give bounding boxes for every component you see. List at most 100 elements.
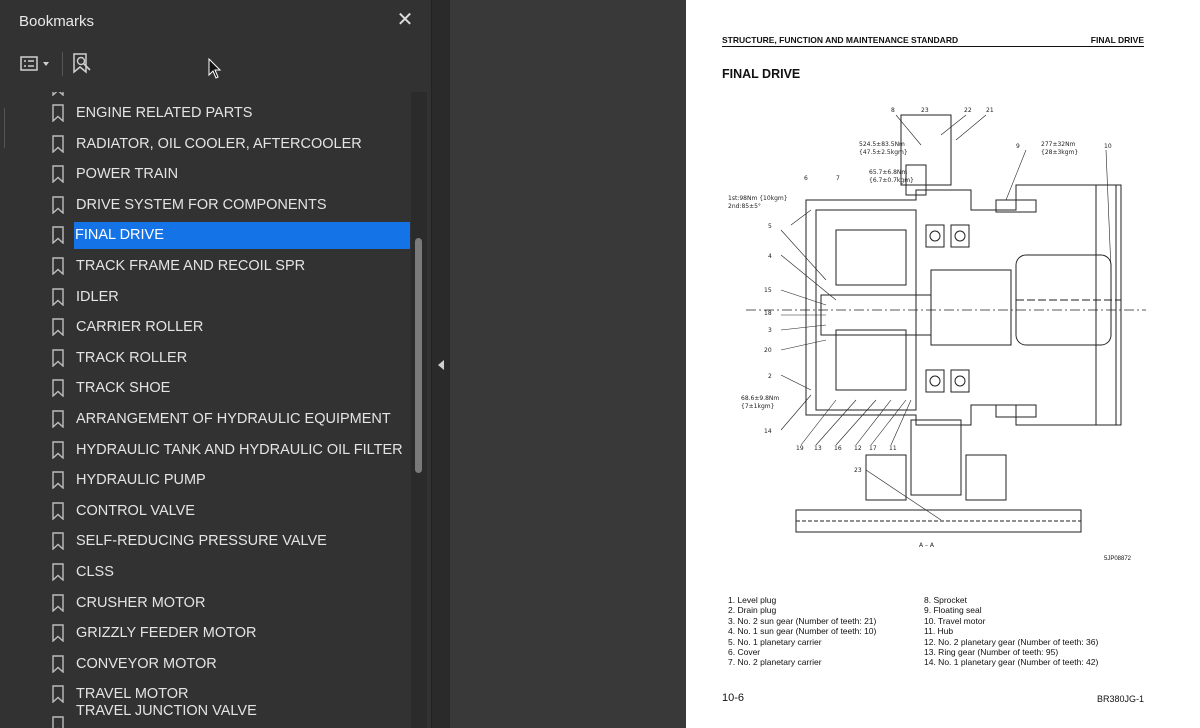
legend-entry: 10. Travel motor <box>924 615 986 626</box>
legend-entry: 9. Floating seal <box>924 605 982 616</box>
bookmark-label: TRACK ROLLER <box>76 349 188 366</box>
bookmark-icon <box>52 318 64 337</box>
list-options-icon[interactable] <box>18 52 56 76</box>
bookmark-icon <box>52 349 64 367</box>
page-title: FINAL DRIVE <box>722 67 801 81</box>
legend-entry: 14. No. 1 planetary gear (Number of teet… <box>924 657 1099 668</box>
svg-text:2nd:85±5°: 2nd:85±5° <box>728 203 761 210</box>
legend-entry: 4. No. 1 sun gear (Number of teeth: 10) <box>728 626 877 637</box>
bookmark-item[interactable]: DRIVE SYSTEM FOR COMPONENTS <box>0 192 410 219</box>
bookmark-item[interactable]: CRUSHER MOTOR <box>0 590 410 617</box>
legend-entry: 8. Sprocket <box>924 595 967 605</box>
svg-text:8: 8 <box>891 107 895 114</box>
bookmark-icon <box>52 134 64 153</box>
legend-entry: 2. Drain plug <box>728 605 777 616</box>
bookmark-item[interactable]: FINAL DRIVE <box>0 222 410 250</box>
scrollbar-thumb[interactable] <box>415 238 422 473</box>
bookmark-icon <box>52 379 64 398</box>
bookmark-item[interactable]: POWER TRAIN <box>0 161 410 188</box>
legend-entry: 12. No. 2 planetary gear (Number of teet… <box>924 636 1099 647</box>
pdf-viewer-window: Bookmarks ✕ ENGINE RELATED PARTS RADIATO… <box>0 0 1200 728</box>
bookmark-icon <box>52 624 64 643</box>
bookmark-item[interactable]: CARRIER ROLLER <box>0 314 410 341</box>
bookmark-item[interactable]: CONVEYOR MOTOR <box>0 651 410 678</box>
svg-text:11: 11 <box>889 445 897 452</box>
document-viewport <box>450 0 686 728</box>
legend-entry: 13. Ring gear (Number of teeth: 95) <box>924 647 1059 658</box>
bookmark-item[interactable]: ENGINE RELATED PARTS <box>0 100 410 127</box>
svg-text:277±32Nm: 277±32Nm <box>1041 141 1076 148</box>
svg-text:23: 23 <box>854 467 862 474</box>
svg-text:7: 7 <box>836 175 840 182</box>
bookmark-icon <box>52 226 64 245</box>
legend-entry: 5. No. 1 planetary carrier <box>728 636 822 647</box>
bookmark-item[interactable]: HYDRAULIC TANK AND HYDRAULIC OIL FILTER <box>0 437 410 464</box>
svg-text:4: 4 <box>768 253 772 260</box>
bookmark-icon <box>52 287 64 306</box>
figure-code: 5JP08872 <box>1104 556 1132 562</box>
svg-text:68.6±9.8Nm: 68.6±9.8Nm <box>741 395 779 402</box>
svg-text:20: 20 <box>764 347 772 354</box>
svg-text:5: 5 <box>768 223 772 230</box>
bookmark-label: IDLER <box>76 288 119 305</box>
bookmark-icon <box>52 92 64 96</box>
bookmark-label: GRIZZLY FEEDER MOTOR <box>76 625 257 642</box>
bookmark-label: HYDRAULIC PUMP <box>76 472 206 489</box>
bookmark-item[interactable]: TRAVEL JUNCTION VALVE <box>0 703 410 728</box>
svg-text:15: 15 <box>764 287 772 294</box>
svg-text:13: 13 <box>814 445 822 452</box>
bookmark-icon <box>52 532 64 551</box>
bookmark-label: CARRIER ROLLER <box>76 319 204 336</box>
bookmark-icon <box>52 563 64 581</box>
bookmark-label: RADIATOR, OIL COOLER, AFTERCOOLER <box>76 135 362 152</box>
svg-text:9: 9 <box>1016 143 1020 150</box>
bookmark-item[interactable]: TRACK ROLLER <box>0 345 410 372</box>
bookmark-label: CLSS <box>76 564 114 580</box>
bookmark-label: ARRANGEMENT OF HYDRAULIC EQUIPMENT <box>76 411 391 427</box>
svg-text:65.7±6.8Nm: 65.7±6.8Nm <box>869 169 907 176</box>
bookmark-item[interactable]: HYDRAULIC PUMP <box>0 467 410 494</box>
document-code: BR380JG-1 <box>1096 694 1144 704</box>
svg-text:1st:98Nm {10kgm}: 1st:98Nm {10kgm} <box>728 195 788 202</box>
page-header-left: STRUCTURE, FUNCTION AND MAINTENANCE STAN… <box>722 35 959 45</box>
bookmark-item[interactable]: CLSS <box>0 559 410 586</box>
bookmark-item[interactable]: SELF-REDUCING PRESSURE VALVE <box>0 528 410 555</box>
bookmark-item[interactable]: ARRANGEMENT OF HYDRAULIC EQUIPMENT <box>0 406 410 433</box>
collapse-left-icon[interactable] <box>436 358 446 372</box>
svg-text:19: 19 <box>796 445 804 452</box>
bookmark-icon <box>52 165 64 184</box>
page-header-right: FINAL DRIVE <box>1090 35 1144 45</box>
bookmark-icon <box>52 440 64 459</box>
bookmark-icon <box>52 410 64 428</box>
page-number: 10-6 <box>722 692 745 704</box>
bookmark-icon <box>52 502 64 520</box>
bookmark-label: POWER TRAIN <box>76 166 179 183</box>
bookmark-item[interactable]: RADIATOR, OIL COOLER, AFTERCOOLER <box>0 131 410 158</box>
new-bookmark-icon[interactable] <box>70 52 94 76</box>
bookmark-item[interactable]: CONTROL VALVE <box>0 498 410 525</box>
svg-text:21: 21 <box>986 107 994 114</box>
toolbar-divider <box>62 52 63 76</box>
svg-text:14: 14 <box>764 428 772 435</box>
svg-text:17: 17 <box>869 445 877 452</box>
parts-legend-right: 8. Sprocket 9. Floating seal 10. Travel mo… <box>924 595 1098 668</box>
legend-entry: 3. No. 2 sun gear (Number of teeth: 21) <box>728 615 877 626</box>
bookmark-item[interactable]: TRACK FRAME AND RECOIL SPR <box>0 253 410 280</box>
bookmark-icon <box>52 104 64 122</box>
legend-entry: 11. Hub <box>924 626 954 637</box>
bookmark-item[interactable]: GRIZZLY FEEDER MOTOR <box>0 620 410 647</box>
bookmark-label: CRUSHER MOTOR <box>76 594 206 611</box>
svg-text:10: 10 <box>1104 143 1112 150</box>
bookmark-item[interactable]: TRACK SHOE <box>0 375 410 402</box>
svg-text:22: 22 <box>964 107 972 114</box>
bookmark-item[interactable]: IDLER <box>0 284 410 311</box>
close-icon[interactable]: ✕ <box>395 10 415 30</box>
header-rule <box>722 46 1144 47</box>
final-drive-diagram: 8 23 22 21 9 10 6 7 5 4 15 18 3 20 2 14 … <box>728 107 1146 549</box>
bookmark-icon <box>52 257 64 275</box>
svg-text:{7±1kgm}: {7±1kgm} <box>741 403 775 410</box>
svg-text:524.5±83.5Nm: 524.5±83.5Nm <box>859 141 905 148</box>
bookmarks-panel: Bookmarks ✕ ENGINE RELATED PARTS RADIATO… <box>0 0 432 728</box>
svg-text:16: 16 <box>834 445 842 452</box>
legend-entry: 1. Level plug <box>728 595 777 605</box>
